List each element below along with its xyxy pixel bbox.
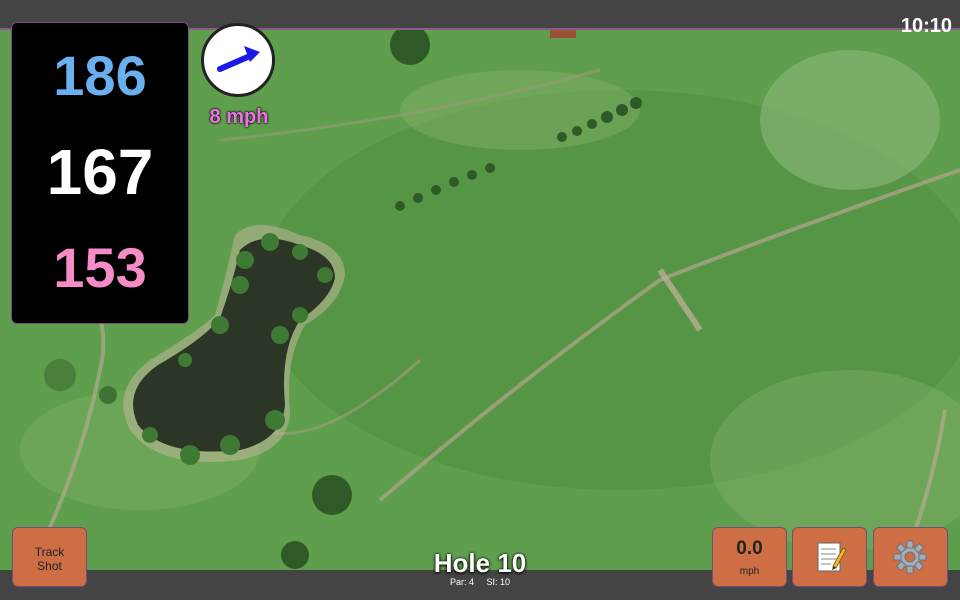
back-distance: 186 bbox=[53, 44, 147, 107]
notes-button[interactable] bbox=[792, 527, 867, 587]
hole-stroke-index: SI: 10 bbox=[486, 577, 511, 587]
speed-unit: mph bbox=[739, 566, 760, 577]
wind-arrow-icon bbox=[217, 46, 260, 72]
notepad-icon bbox=[817, 542, 847, 572]
track-shot-button[interactable]: Track Shot bbox=[12, 527, 87, 587]
wind-speed-label: 8 mph bbox=[209, 106, 269, 128]
front-distance: 153 bbox=[53, 236, 147, 299]
distance-panel: 186 167 153 bbox=[11, 22, 189, 324]
track-shot-label-line1: Track bbox=[34, 545, 65, 559]
hole-title: Hole 10 bbox=[433, 548, 527, 578]
speed-button[interactable]: 0.0 mph bbox=[712, 527, 787, 587]
gear-icon bbox=[893, 540, 927, 574]
hole-info: Par: 4 SI: 10 bbox=[380, 577, 580, 587]
clock: 10:10 bbox=[900, 15, 952, 37]
speed-value: 0.0 bbox=[736, 538, 763, 559]
settings-button[interactable] bbox=[873, 527, 948, 587]
track-shot-label-line2: Shot bbox=[37, 559, 62, 573]
hole-par: Par: 4 bbox=[449, 577, 474, 587]
wind-direction-dial bbox=[201, 23, 275, 97]
middle-distance: 167 bbox=[46, 136, 154, 208]
